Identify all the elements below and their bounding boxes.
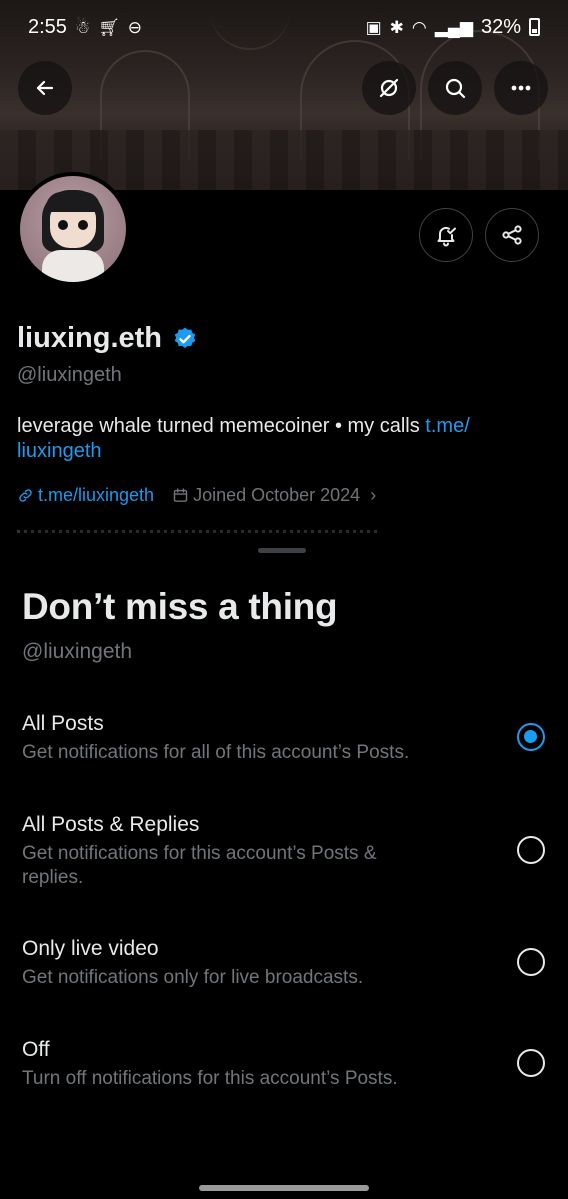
bell-check-icon: [437, 227, 456, 247]
bio-link[interactable]: t.me/: [425, 415, 469, 437]
radio-unselected[interactable]: [517, 948, 545, 976]
bio-text: leverage whale turned memecoiner • my ca…: [17, 415, 426, 437]
radio-selected[interactable]: [517, 723, 545, 751]
gesture-home-bar[interactable]: [199, 1185, 369, 1191]
sheet-subtitle: @liuxingeth: [22, 640, 133, 663]
calendar-icon: [173, 488, 188, 502]
battery-icon: [529, 18, 540, 36]
link-icon: [19, 489, 32, 502]
notification-app-icon: ☃: [74, 17, 91, 37]
profile-link[interactable]: t.me/liuxingeth: [17, 485, 154, 506]
profile-handle: @liuxingeth: [17, 364, 122, 386]
option-all-posts[interactable]: All Posts Get notifications for all of t…: [0, 709, 568, 789]
profile-name: liuxing.eth: [17, 322, 162, 354]
profile-link-text[interactable]: t.me/liuxingeth: [38, 485, 154, 506]
back-arrow-icon: [36, 80, 54, 96]
avatar-image: [20, 176, 126, 282]
vpn-icon: ▣: [365, 17, 382, 37]
option-description: Turn off notifications for this account’…: [22, 1068, 398, 1089]
dnd-icon: ⊖: [127, 17, 143, 37]
profile-joined[interactable]: Joined October 2024 ›: [172, 485, 376, 506]
back-button[interactable]: [18, 61, 72, 115]
bio-link-continued[interactable]: liuxingeth: [17, 440, 102, 462]
verified-badge-icon[interactable]: [172, 326, 198, 352]
share-button[interactable]: [485, 208, 539, 262]
more-icon: [511, 85, 531, 91]
option-off[interactable]: Off Turn off notifications for this acco…: [0, 1035, 568, 1115]
option-title: Only live video: [22, 937, 159, 960]
joined-date: Joined October 2024: [193, 485, 361, 505]
status-time: 2:55: [28, 15, 67, 38]
radio-unselected[interactable]: [517, 836, 545, 864]
sheet-grabber[interactable]: [258, 548, 306, 553]
search-button[interactable]: [428, 61, 482, 115]
option-all-posts-replies[interactable]: All Posts & Replies Get notifications fo…: [0, 810, 568, 910]
option-description: Get notifications only for live broadcas…: [22, 967, 364, 988]
option-title: All Posts: [22, 712, 104, 735]
bluetooth-icon: ✱: [389, 17, 404, 37]
option-title: All Posts & Replies: [22, 813, 200, 836]
signal-icon: ▂▄▆: [434, 17, 473, 37]
notifications-button[interactable]: [419, 208, 473, 262]
more-button[interactable]: [494, 61, 548, 115]
profile-name-row: liuxing.eth: [17, 322, 198, 355]
grok-button[interactable]: [362, 61, 416, 115]
chevron-right-icon: ›: [370, 485, 377, 505]
notification-settings-sheet: Don’t miss a thing @liuxingeth All Posts…: [0, 533, 568, 1199]
option-description: Get notifications for this account’s Pos…: [22, 843, 377, 888]
option-only-live-video[interactable]: Only live video Get notifications only f…: [0, 934, 568, 1014]
profile-bio: leverage whale turned memecoiner • my ca…: [17, 414, 537, 464]
wifi-icon: ◠: [411, 17, 427, 37]
battery-percent: 32%: [480, 15, 521, 38]
share-icon: [502, 225, 522, 245]
option-title: Off: [22, 1038, 50, 1061]
cart-icon: 🛒︎: [98, 17, 120, 37]
profile-meta: t.me/liuxingeth Joined October 2024 ›: [17, 485, 376, 506]
radio-unselected[interactable]: [517, 1049, 545, 1077]
avatar[interactable]: [16, 172, 130, 286]
sheet-title: Don’t miss a thing: [22, 586, 338, 627]
status-bar: 2:55 ☃ 🛒︎ ⊖ ▣ ✱ ◠ ▂▄▆ 32%: [0, 0, 568, 54]
search-icon: [445, 78, 466, 99]
option-description: Get notifications for all of this accoun…: [22, 742, 410, 763]
grok-icon: [379, 78, 399, 98]
